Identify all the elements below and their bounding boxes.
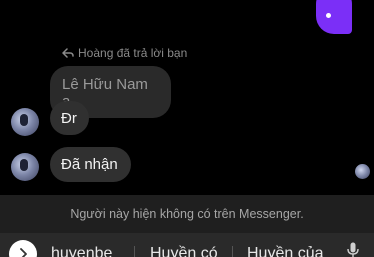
keyboard-suggestion-bar: huyenbe Huyền có Huyền của: [0, 233, 374, 257]
read-receipt-avatar: [355, 164, 370, 179]
avatar[interactable]: [11, 108, 39, 136]
reply-arrow-icon: [62, 48, 74, 58]
messenger-chat-screen: Hoàng đã trả lời bạn Lê Hữu Nam a Đr Đã …: [0, 0, 374, 257]
microphone-icon[interactable]: [347, 242, 359, 257]
message-bubble[interactable]: Đã nhận: [50, 147, 131, 182]
unavailable-notice: Người này hiện không có trên Messenger.: [0, 195, 374, 233]
avatar[interactable]: [11, 153, 39, 181]
suggestion-divider: [232, 246, 233, 257]
suggestion-divider: [134, 246, 135, 257]
message-bubble[interactable]: Đr: [50, 101, 89, 135]
suggestion-item[interactable]: Huyền của: [247, 245, 324, 257]
suggestion-item[interactable]: Huyền có: [150, 245, 218, 257]
chevron-right-icon: [20, 248, 27, 257]
reply-hint-text: Hoàng đã trả lời bạn: [78, 46, 188, 60]
suggestion-item[interactable]: huyenbe: [51, 245, 112, 257]
reply-indicator: Hoàng đã trả lời bạn: [62, 46, 187, 60]
expand-suggestions-button[interactable]: [9, 240, 37, 257]
notice-text: Người này hiện không có trên Messenger.: [70, 207, 304, 221]
outgoing-bubble-dot: [326, 13, 331, 18]
outgoing-message-bubble[interactable]: [316, 0, 352, 34]
